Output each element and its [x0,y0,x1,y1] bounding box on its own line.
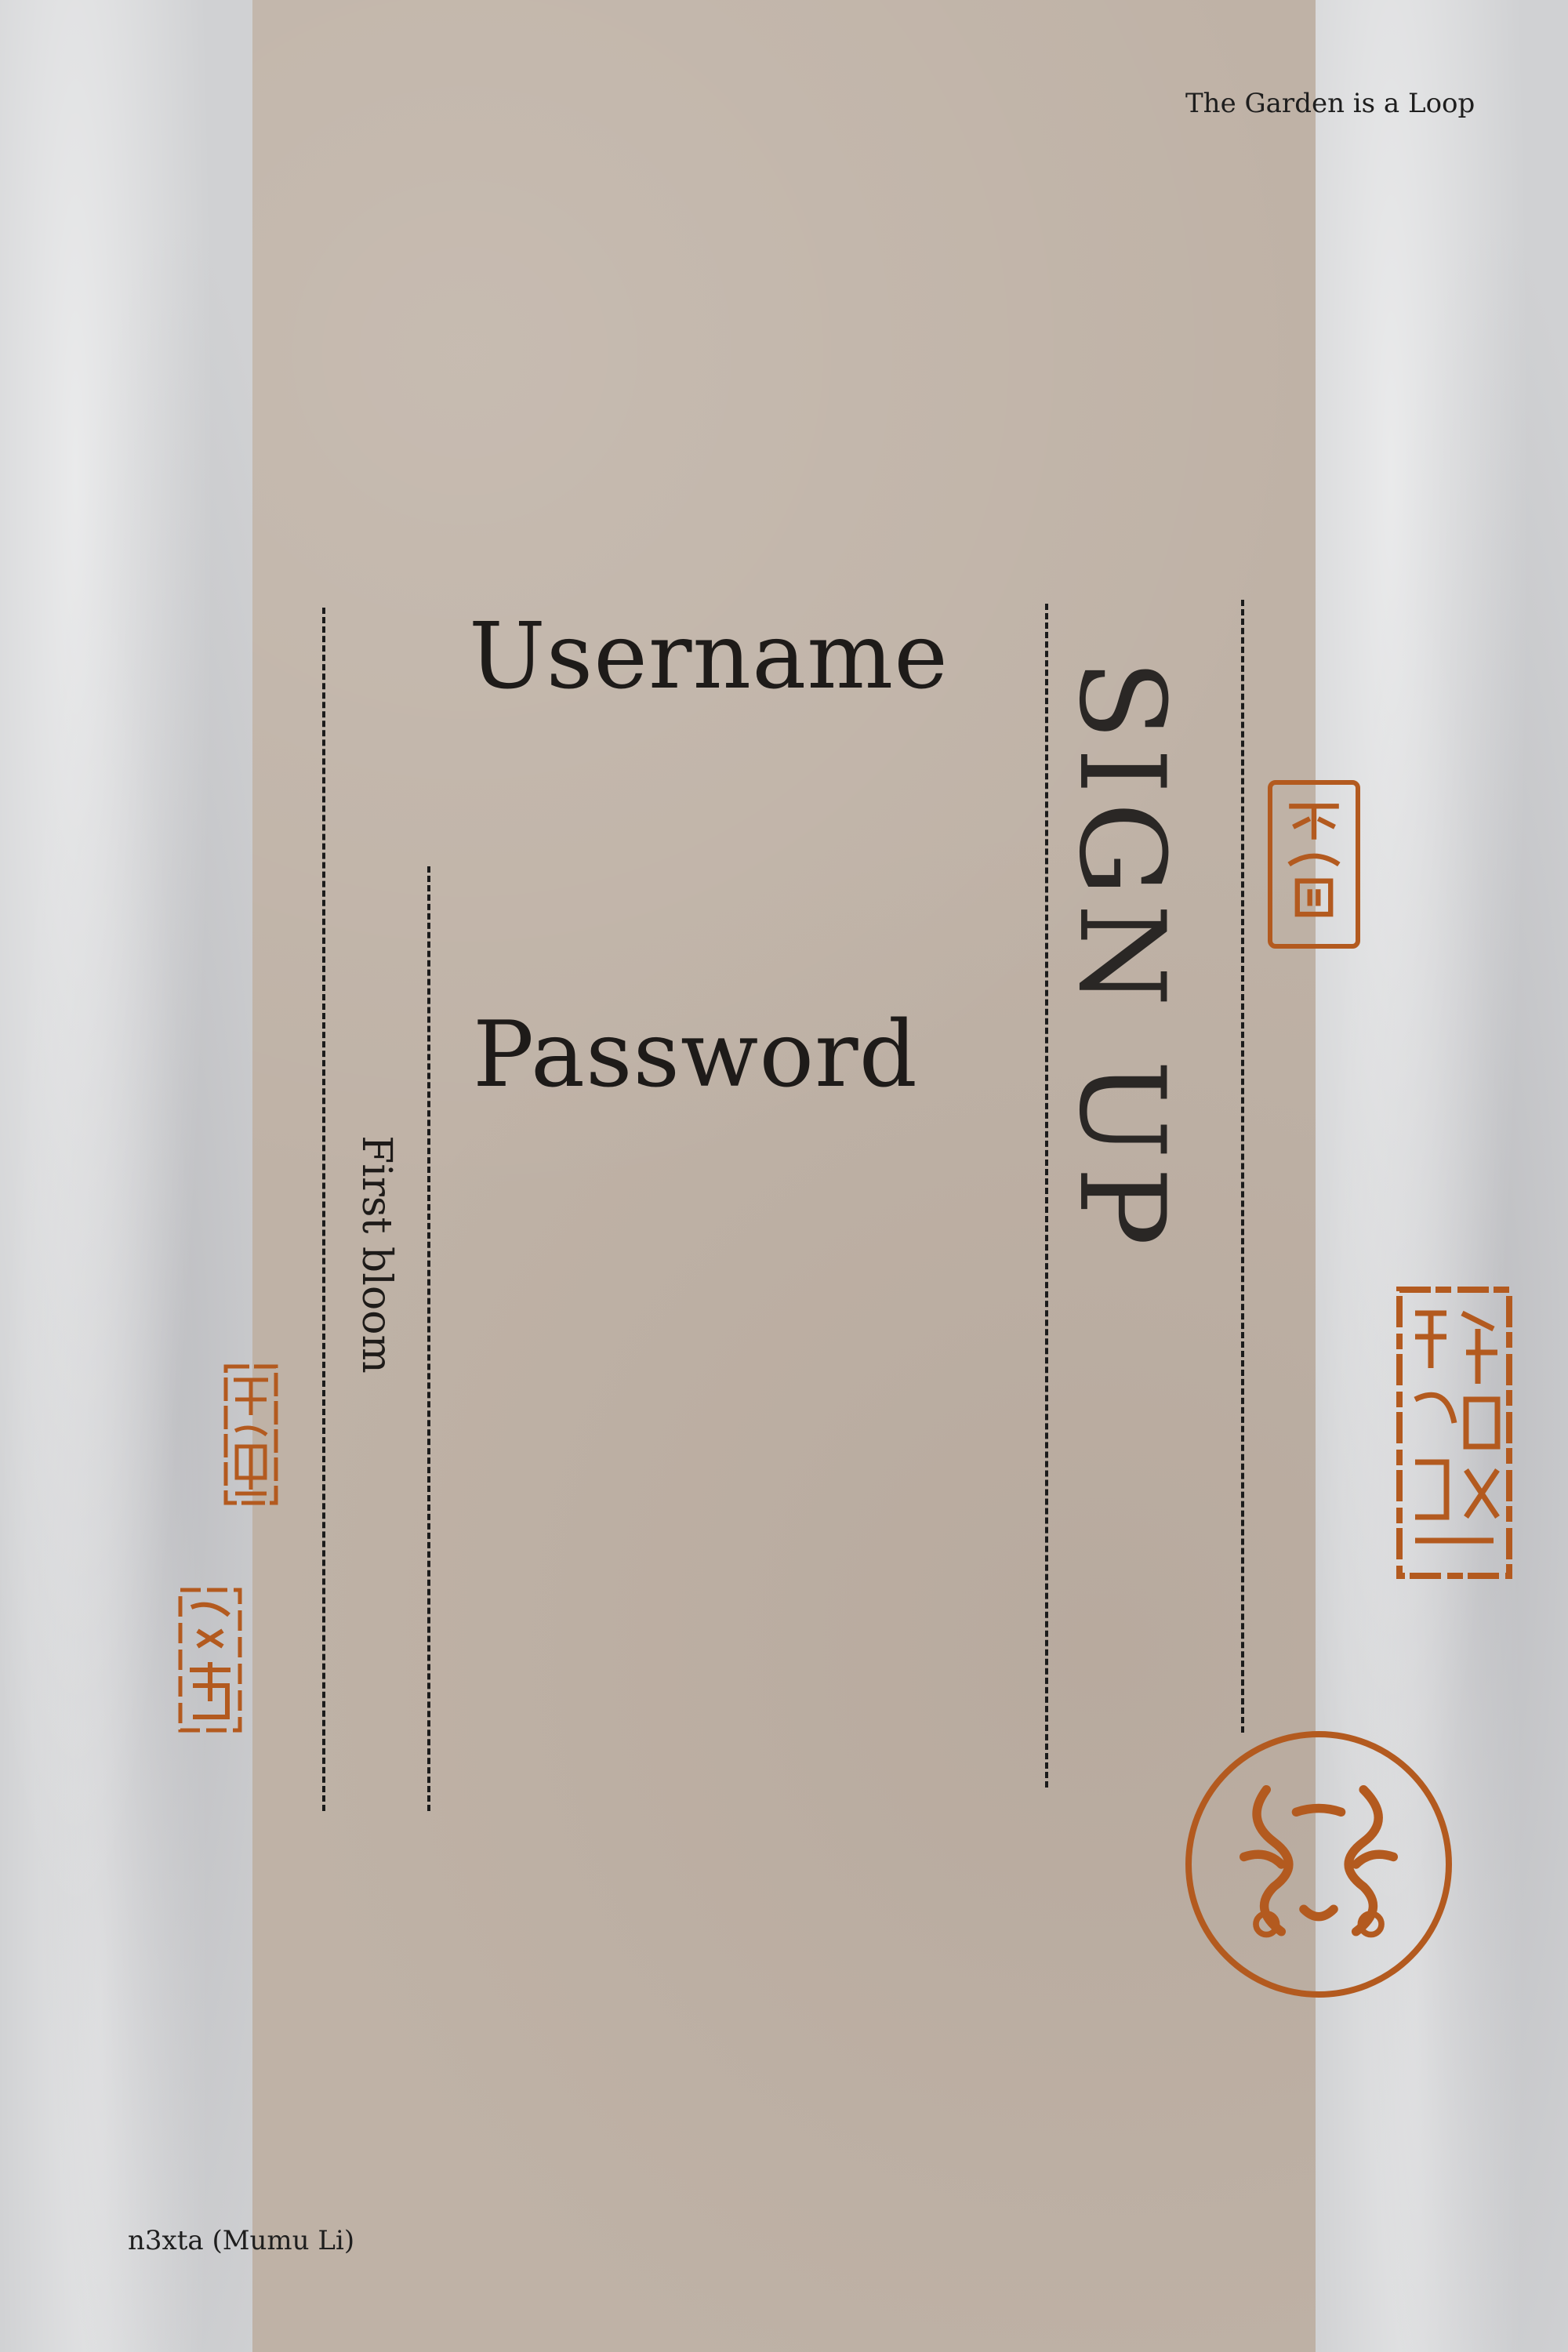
username-field[interactable]: Username [469,604,949,710]
project-title: The Garden is a Loop [1185,88,1475,119]
sign-up-button[interactable]: SIGN UP [1047,619,1196,1294]
round-dragon-seal [1185,1731,1452,1998]
seal-stamp-top-right [1268,780,1360,949]
password-field[interactable]: Password [473,1002,918,1108]
seal-stamp-left-lower [174,1584,246,1737]
first-bloom-text: First bloom [353,1135,400,1374]
first-bloom-caption: First bloom [329,1082,423,1427]
right-marble-panel [1316,0,1568,2352]
seal-stamp-left-upper [220,1360,282,1509]
sign-up-label: SIGN UP [1053,659,1189,1254]
left-marble-panel [0,0,252,2352]
author-credit: n3xta (Mumu Li) [128,2225,355,2256]
seal-stamp-right [1392,1282,1517,1584]
divider-line-right-outer [1241,600,1244,1733]
divider-line-left-inner [427,866,430,1811]
divider-line-left-outer [322,608,325,1811]
